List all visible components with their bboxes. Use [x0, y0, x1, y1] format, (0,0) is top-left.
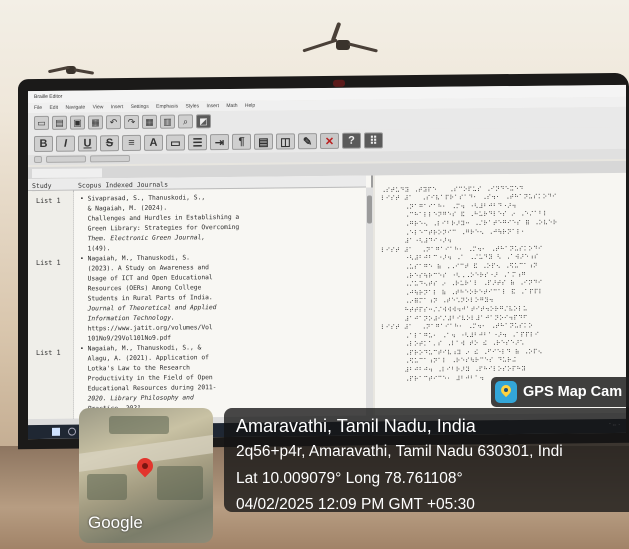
- new-file-icon[interactable]: ▭: [34, 115, 49, 131]
- braille-text: ⠠⠎⠞⠥⠙⠽ ⠠⠞⠽⠏⠑ ⠠⠎⠉⠕⠏⠥⠎ ⠠⠊⠝⠙⠑⠭⠑⠙ ⠇⠊⠎⠞ ⠼⠁ ⠠⠎⠊…: [381, 177, 557, 402]
- image-icon[interactable]: ◩: [196, 114, 211, 129]
- taskbar-search-icon[interactable]: [68, 427, 76, 436]
- document-tab[interactable]: [32, 168, 102, 179]
- print-preview-icon[interactable]: ▥: [160, 114, 175, 129]
- gps-coordinates: Lat 10.009079° Long 78.761108°: [236, 470, 463, 487]
- menu-view[interactable]: View: [93, 104, 104, 110]
- gps-map-cam-badge: GPS Map Cam: [491, 377, 629, 407]
- table-icon[interactable]: ▦: [142, 114, 157, 129]
- undo-icon[interactable]: ↶: [106, 115, 121, 130]
- underline-icon[interactable]: U: [78, 135, 97, 152]
- open-file-icon[interactable]: ▤: [52, 115, 67, 130]
- row-label-3: List 1: [36, 348, 61, 358]
- gps-app-name: GPS Map Cam: [523, 384, 623, 400]
- edit-icon[interactable]: ✎: [298, 133, 317, 150]
- row-label-2: List 1: [36, 258, 61, 268]
- print-icon[interactable]: ▦: [88, 115, 103, 130]
- caption-icon[interactable]: ▤: [254, 133, 273, 150]
- gps-address: 2q56+p4r, Amaravathi, Tamil Nadu 630301,…: [236, 443, 563, 460]
- file-pill-3[interactable]: [90, 155, 130, 163]
- vertical-scrollbar[interactable]: [366, 187, 373, 416]
- gps-map-cam-logo-icon: [495, 381, 517, 403]
- help-icon[interactable]: ?: [342, 132, 361, 149]
- menu-insert-2[interactable]: Insert: [206, 103, 219, 109]
- indent-icon[interactable]: ⇥: [210, 133, 229, 151]
- redo-icon[interactable]: ↷: [124, 114, 139, 130]
- menu-styles[interactable]: Styles: [185, 103, 199, 109]
- menu-edit[interactable]: Edit: [49, 105, 58, 111]
- search-icon[interactable]: ⌕: [178, 114, 193, 129]
- col-header-scopus: Scopus Indexed Journals: [74, 175, 366, 191]
- emphasis-icon[interactable]: ≡: [122, 134, 141, 152]
- scrollbar-thumb[interactable]: [367, 195, 372, 224]
- style-icon[interactable]: ▭: [166, 134, 185, 151]
- menu-emphasis[interactable]: Emphasis: [156, 104, 178, 110]
- menu-math[interactable]: Math: [226, 103, 237, 109]
- menu-help[interactable]: Help: [245, 103, 255, 109]
- menu-insert[interactable]: Insert: [111, 104, 124, 110]
- map-thumbnail: Google: [79, 408, 213, 543]
- file-pill-2[interactable]: [46, 155, 86, 163]
- row-gutter: [28, 190, 74, 420]
- list-icon[interactable]: ☰: [188, 134, 207, 151]
- gps-datetime: 04/02/2025 12:09 PM GMT +05:30: [236, 496, 475, 513]
- bold-icon[interactable]: B: [34, 135, 53, 153]
- heading-icon[interactable]: ¶: [232, 133, 251, 150]
- braille-icon[interactable]: ⠿: [364, 132, 383, 149]
- font-icon[interactable]: A: [144, 134, 163, 151]
- italic-icon[interactable]: I: [56, 135, 75, 152]
- windows-start-icon[interactable]: [52, 427, 60, 436]
- print-view-pane[interactable]: Study Type Scopus Indexed Journals List …: [28, 175, 373, 422]
- reference-list: • Sivaprasad, S., Thanuskodi, S., & Naga…: [80, 192, 360, 425]
- close-icon[interactable]: ✕: [320, 132, 339, 150]
- box-icon[interactable]: ◫: [276, 133, 295, 150]
- row-label-1: List 1: [36, 196, 61, 206]
- col-header-study-type: Study Type: [28, 178, 74, 198]
- menu-settings[interactable]: Settings: [131, 104, 149, 110]
- save-icon[interactable]: ▣: [70, 115, 85, 130]
- file-pill-1[interactable]: [34, 155, 42, 164]
- gps-location: Amaravathi, Tamil Nadu, India: [236, 416, 476, 436]
- webcam-icon: [333, 79, 345, 87]
- google-logo: Google: [88, 513, 143, 532]
- strikethrough-icon[interactable]: S: [100, 135, 119, 152]
- menu-file[interactable]: File: [34, 105, 42, 111]
- menu-navigate[interactable]: Navigate: [65, 104, 85, 110]
